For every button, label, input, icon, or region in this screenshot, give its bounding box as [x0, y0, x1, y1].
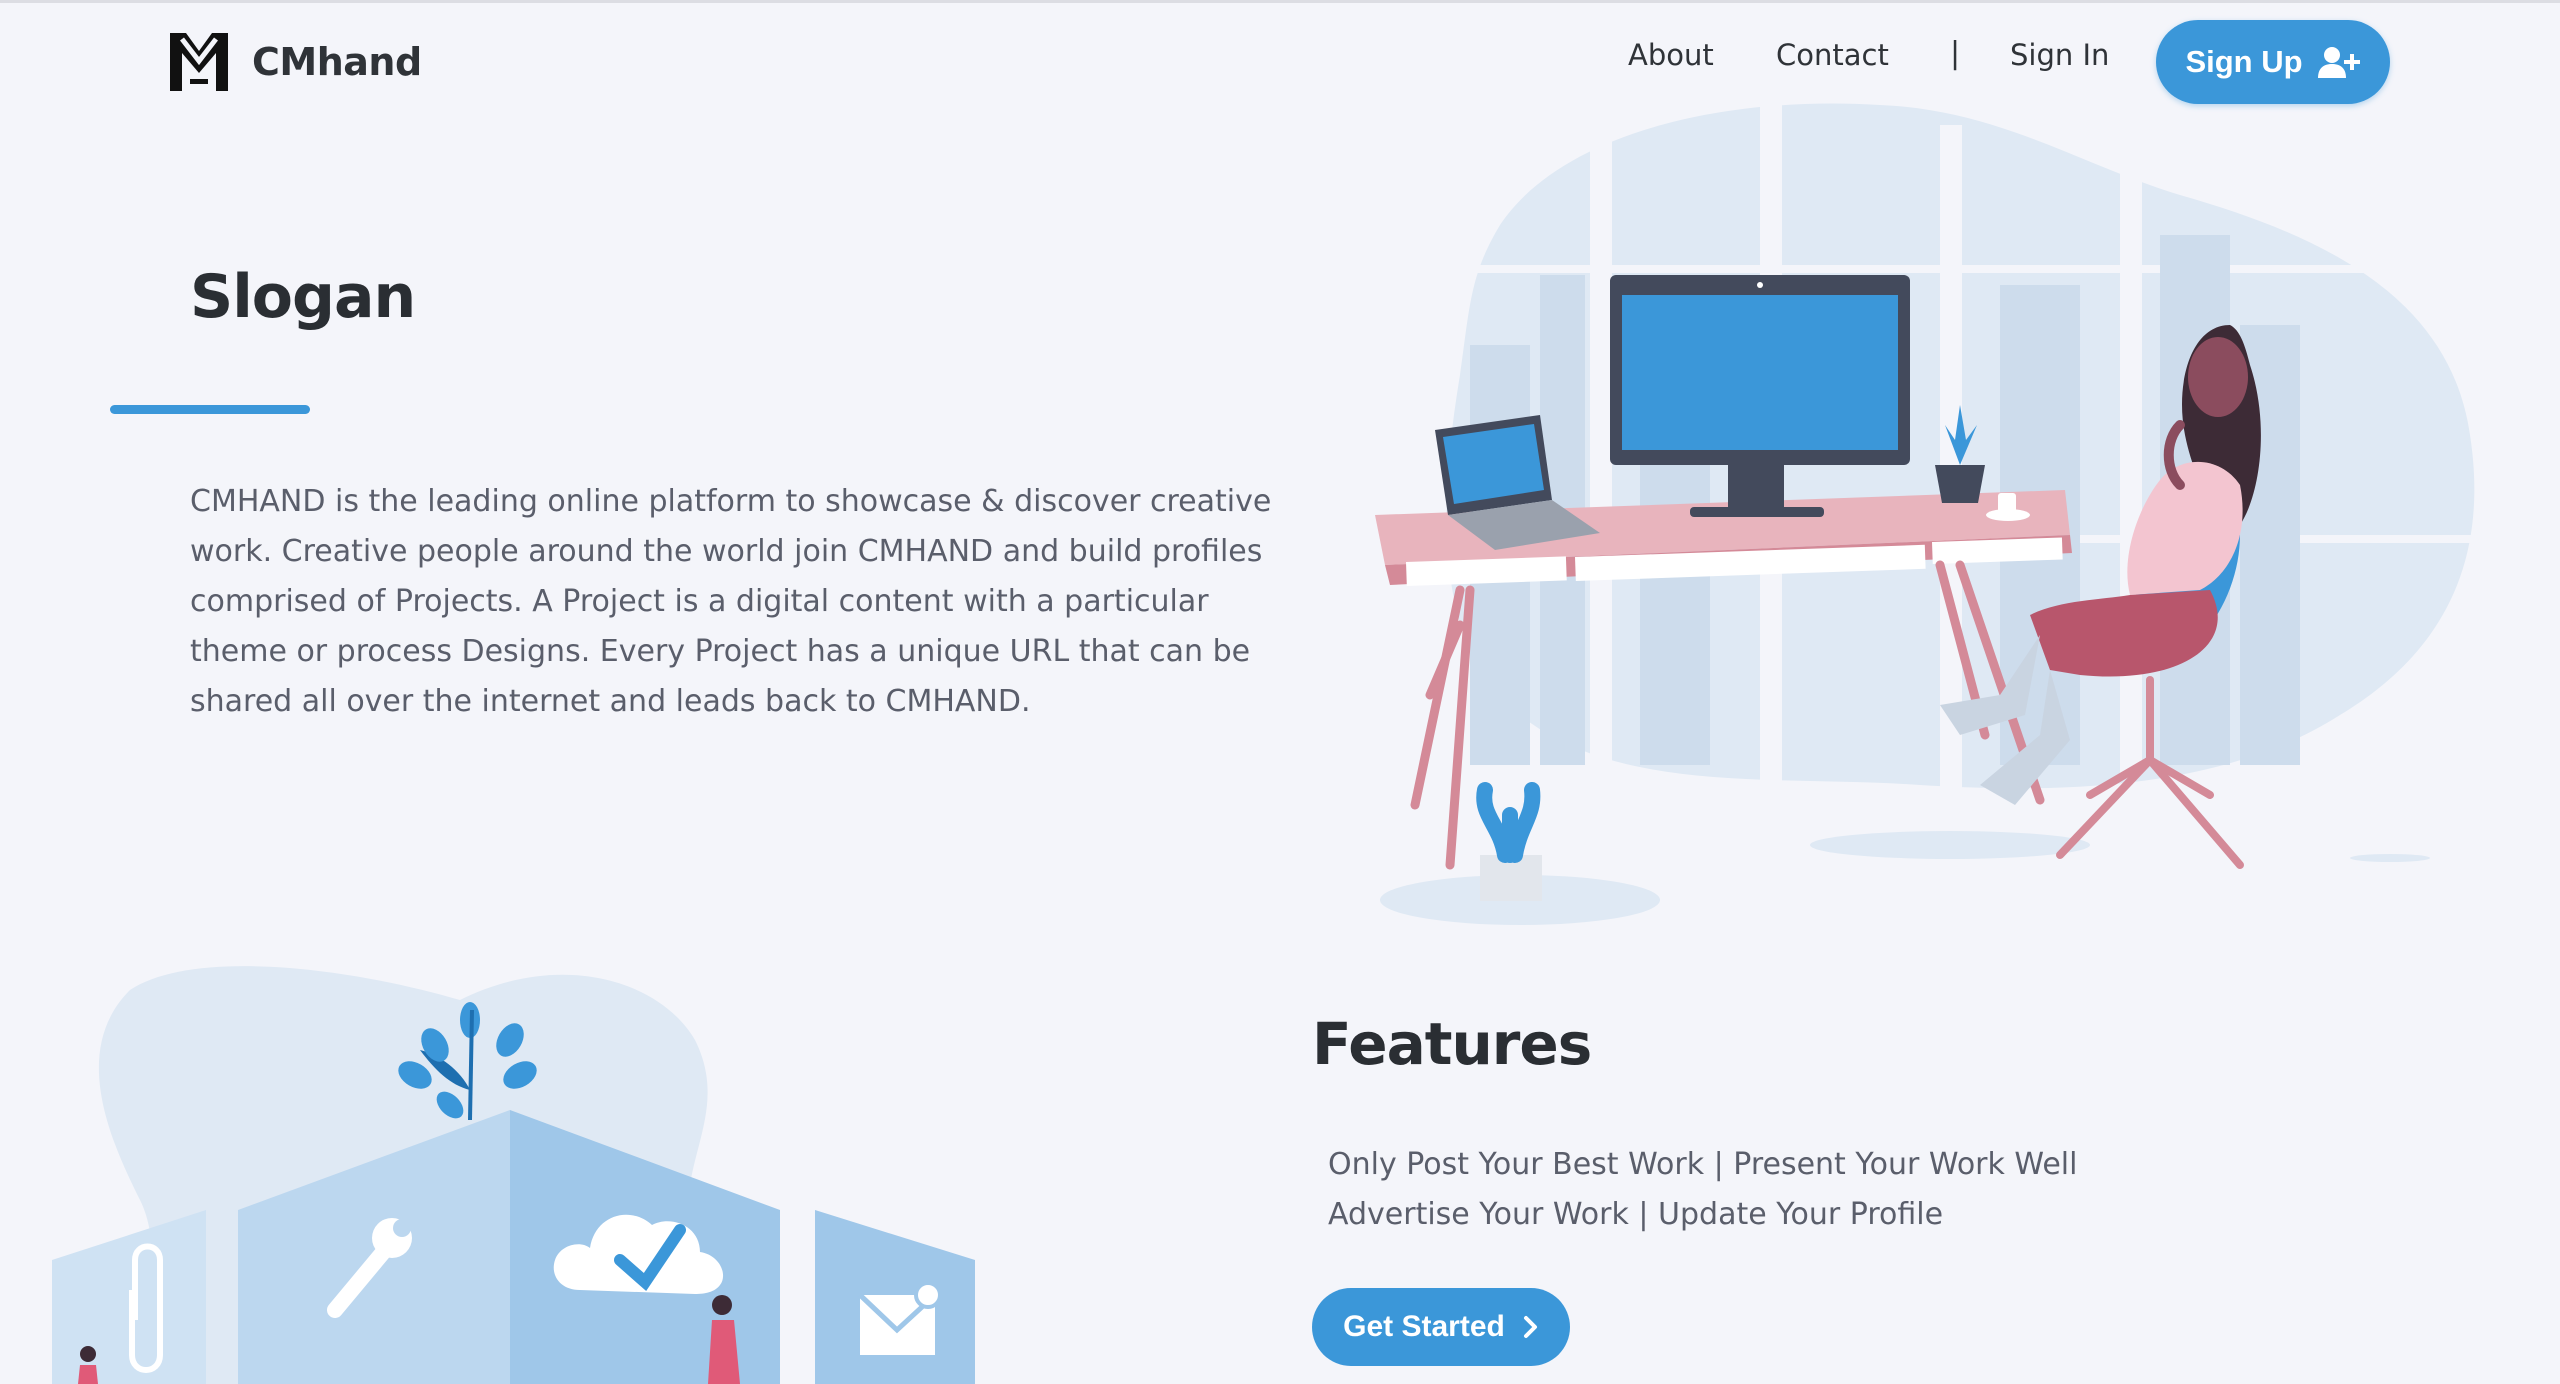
woman-relaxing-at-desk-illustration: [1375, 95, 2480, 925]
get-started-label: Get Started: [1343, 1310, 1505, 1343]
chevron-right-icon: [1523, 1316, 1537, 1338]
nav-link-contact[interactable]: Contact: [1776, 38, 1889, 72]
brand[interactable]: CMhand: [168, 30, 422, 94]
feature-tiles-illustration: [52, 966, 975, 1384]
feature-line: Advertise Your Work | Update Your Profil…: [1328, 1197, 1944, 1232]
hero-description: CMHAND is the leading online platform to…: [190, 484, 1272, 719]
nav-link-sign-in[interactable]: Sign In: [2010, 38, 2109, 72]
title-underline: [110, 405, 310, 414]
nav-separator: |: [1950, 36, 1961, 71]
nav-link-about[interactable]: About: [1628, 38, 1714, 72]
features-list: Only Post Your Best Work | Present Your …: [1328, 1140, 2077, 1240]
features-title: Features: [1312, 1010, 1592, 1078]
cm-monogram-logo-icon: [170, 33, 228, 91]
sign-up-button[interactable]: Sign Up: [2156, 20, 2390, 104]
brand-name: CMhand: [252, 40, 422, 84]
sign-up-label: Sign Up: [2185, 44, 2303, 79]
get-started-button[interactable]: Get Started: [1312, 1288, 1570, 1366]
feature-line: Only Post Your Best Work | Present Your …: [1328, 1147, 2078, 1182]
hero-title: Slogan: [190, 262, 416, 332]
user-plus-icon: [2317, 47, 2360, 78]
